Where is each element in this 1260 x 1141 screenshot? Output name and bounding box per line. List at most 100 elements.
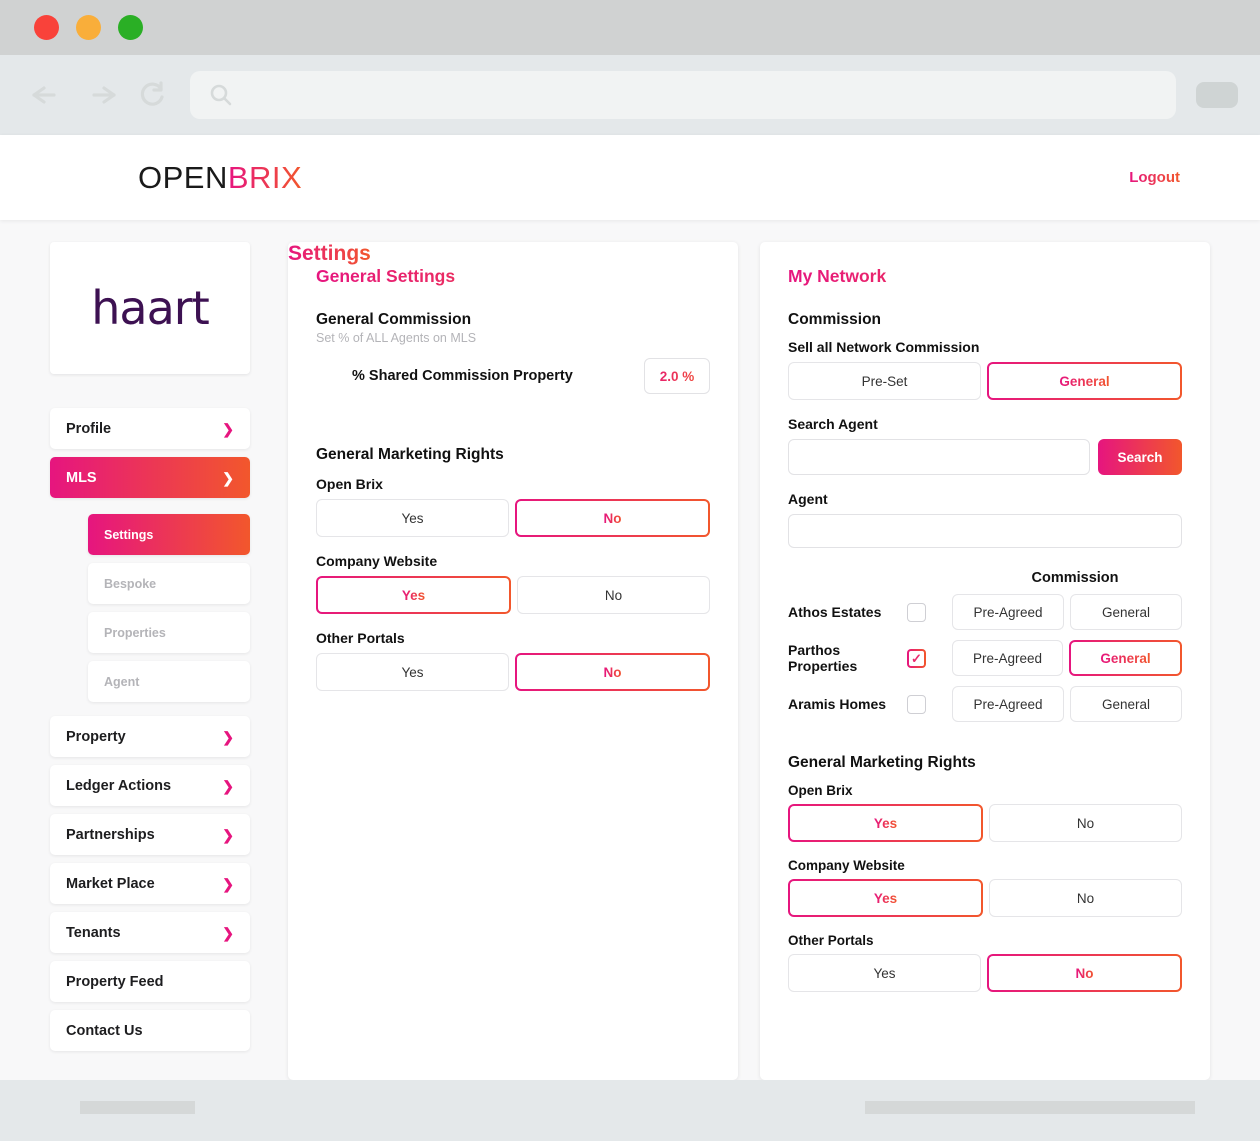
open-brix-no-button[interactable]: No bbox=[515, 499, 710, 537]
sidebar-item-label: Agent bbox=[104, 674, 140, 689]
company-website-label: Company Website bbox=[788, 858, 905, 873]
chevron-right-icon: ❯ bbox=[222, 728, 234, 745]
sidebar-item-property-feed[interactable]: Property Feed bbox=[50, 961, 250, 1002]
sidebar-item-label: Contact Us bbox=[66, 1022, 143, 1039]
sidebar-item-contact-us[interactable]: Contact Us bbox=[50, 1010, 250, 1051]
sidebar-item-tenants[interactable]: Tenants ❯ bbox=[50, 912, 250, 953]
sidebar-item-market-place[interactable]: Market Place ❯ bbox=[50, 863, 250, 904]
shared-commission-input[interactable]: 2.0 % bbox=[644, 358, 710, 394]
close-window-button[interactable] bbox=[34, 15, 59, 40]
company-website-toggle-group: Yes No bbox=[316, 576, 710, 614]
other-portals-no-button[interactable]: No bbox=[515, 653, 710, 691]
brand-logo-card: haart bbox=[50, 242, 250, 374]
other-portals-toggle-group: Yes No bbox=[316, 653, 710, 691]
pre-agreed-button[interactable]: Pre-Agreed bbox=[952, 594, 1064, 630]
logout-link[interactable]: Logout bbox=[1129, 169, 1180, 186]
company-website-no-button[interactable]: No bbox=[517, 576, 710, 614]
sidebar-item-mls[interactable]: MLS ❯ bbox=[50, 457, 250, 498]
search-agent-input[interactable] bbox=[788, 439, 1090, 475]
back-button[interactable] bbox=[22, 75, 74, 115]
maximize-window-button[interactable] bbox=[118, 15, 143, 40]
network-open-brix-no-button[interactable]: No bbox=[989, 804, 1182, 842]
other-portals-label: Other Portals bbox=[316, 630, 405, 646]
sidebar-item-agent[interactable]: Agent bbox=[88, 661, 250, 702]
sidebar-item-label: Ledger Actions bbox=[66, 777, 172, 794]
button-label: Yes bbox=[873, 890, 898, 906]
button-label: No bbox=[603, 510, 622, 526]
sidebar-item-label: Profile bbox=[66, 420, 112, 437]
minimize-window-button[interactable] bbox=[76, 15, 101, 40]
shared-commission-row: % Shared Commission Property 2.0 % bbox=[316, 358, 710, 394]
sidebar-item-bespoke[interactable]: Bespoke bbox=[88, 563, 250, 604]
logo-text-brix: BRIX bbox=[227, 159, 303, 195]
browser-bottom-bar bbox=[0, 1080, 1260, 1141]
open-brix-yes-button[interactable]: Yes bbox=[316, 499, 509, 537]
sell-all-commission-toggle-group: Pre-Set General bbox=[788, 362, 1182, 400]
network-other-portals-toggle-group: Yes No bbox=[788, 954, 1182, 992]
openbrix-logo: OPEN BRIX bbox=[138, 160, 302, 196]
chevron-right-icon: ❯ bbox=[222, 826, 234, 843]
general-button[interactable]: General bbox=[1070, 686, 1182, 722]
agent-name: Athos Estates bbox=[788, 604, 882, 620]
sidebar-item-settings[interactable]: Settings bbox=[88, 514, 250, 555]
open-brix-label: Open Brix bbox=[316, 476, 383, 492]
application-frame: OPEN BRIX Logout Settings haart Profile ❯… bbox=[0, 135, 1260, 1080]
sidebar-item-property[interactable]: Property ❯ bbox=[50, 716, 250, 757]
general-button[interactable]: General bbox=[1070, 594, 1182, 630]
button-label: Pre-Set bbox=[861, 373, 908, 389]
button-label: No bbox=[1076, 890, 1095, 906]
other-portals-yes-button[interactable]: Yes bbox=[316, 653, 509, 691]
button-label: General bbox=[1101, 696, 1151, 712]
extensions-button[interactable] bbox=[1196, 82, 1238, 108]
table-row: Aramis Homes Pre-Agreed General bbox=[788, 686, 1182, 722]
button-label: Pre-Agreed bbox=[972, 650, 1043, 666]
agent-checkbox[interactable] bbox=[907, 602, 926, 622]
network-open-brix-yes-button[interactable]: Yes bbox=[788, 804, 983, 842]
sidebar-item-label: Partnerships bbox=[66, 826, 155, 843]
network-commission-heading: Commission bbox=[788, 311, 882, 328]
agent-input[interactable] bbox=[788, 514, 1182, 548]
network-company-website-no-button[interactable]: No bbox=[989, 879, 1182, 917]
agent-name: Aramis Homes bbox=[788, 696, 887, 712]
horizontal-scrollbar-right[interactable] bbox=[865, 1101, 1195, 1114]
browser-titlebar bbox=[0, 0, 1260, 55]
pre-set-button[interactable]: Pre-Set bbox=[788, 362, 981, 400]
network-other-portals-no-button[interactable]: No bbox=[987, 954, 1182, 992]
chevron-right-icon: ❯ bbox=[222, 924, 234, 941]
sidebar-item-profile[interactable]: Profile ❯ bbox=[50, 408, 250, 449]
sidebar-item-ledger-actions[interactable]: Ledger Actions ❯ bbox=[50, 765, 250, 806]
search-button[interactable]: Search bbox=[1098, 439, 1182, 475]
reload-button[interactable] bbox=[126, 75, 178, 115]
sidebar-item-partnerships[interactable]: Partnerships ❯ bbox=[50, 814, 250, 855]
search-icon bbox=[210, 84, 232, 106]
agent-checkbox[interactable] bbox=[907, 694, 926, 714]
network-other-portals-yes-button[interactable]: Yes bbox=[788, 954, 981, 992]
panels-container: General Settings General Commission Set … bbox=[288, 242, 1210, 1080]
back-arrow-icon bbox=[32, 86, 56, 104]
pre-agreed-button[interactable]: Pre-Agreed bbox=[952, 686, 1064, 722]
agent-label: Agent bbox=[788, 491, 828, 507]
general-settings-panel: General Settings General Commission Set … bbox=[288, 242, 738, 1080]
page-title: Settings bbox=[288, 242, 371, 265]
sidebar-item-properties[interactable]: Properties bbox=[88, 612, 250, 653]
network-company-website-yes-button[interactable]: Yes bbox=[788, 879, 983, 917]
logo-text-open: OPEN bbox=[138, 159, 228, 195]
button-label: General bbox=[1059, 373, 1110, 389]
network-company-website-toggle-group: Yes No bbox=[788, 879, 1182, 917]
network-marketing-rights-heading: General Marketing Rights bbox=[788, 754, 976, 771]
browser-toolbar bbox=[0, 55, 1260, 135]
app-body: Settings haart Profile ❯ MLS ❯ Settings bbox=[0, 220, 1260, 1080]
general-button[interactable]: General bbox=[1069, 640, 1182, 676]
address-bar[interactable] bbox=[190, 71, 1176, 119]
pre-agreed-button[interactable]: Pre-Agreed bbox=[952, 640, 1063, 676]
table-row: Parthos Properties ✓ Pre-Agreed General bbox=[788, 640, 1182, 676]
forward-button[interactable] bbox=[74, 75, 126, 115]
other-portals-label: Other Portals bbox=[788, 933, 874, 948]
agent-checkbox[interactable]: ✓ bbox=[907, 649, 926, 668]
company-website-label: Company Website bbox=[316, 553, 438, 569]
button-label: Yes bbox=[401, 587, 426, 603]
button-label: Yes bbox=[873, 815, 898, 831]
company-website-yes-button[interactable]: Yes bbox=[316, 576, 511, 614]
general-button[interactable]: General bbox=[987, 362, 1182, 400]
horizontal-scrollbar-left[interactable] bbox=[80, 1101, 195, 1114]
